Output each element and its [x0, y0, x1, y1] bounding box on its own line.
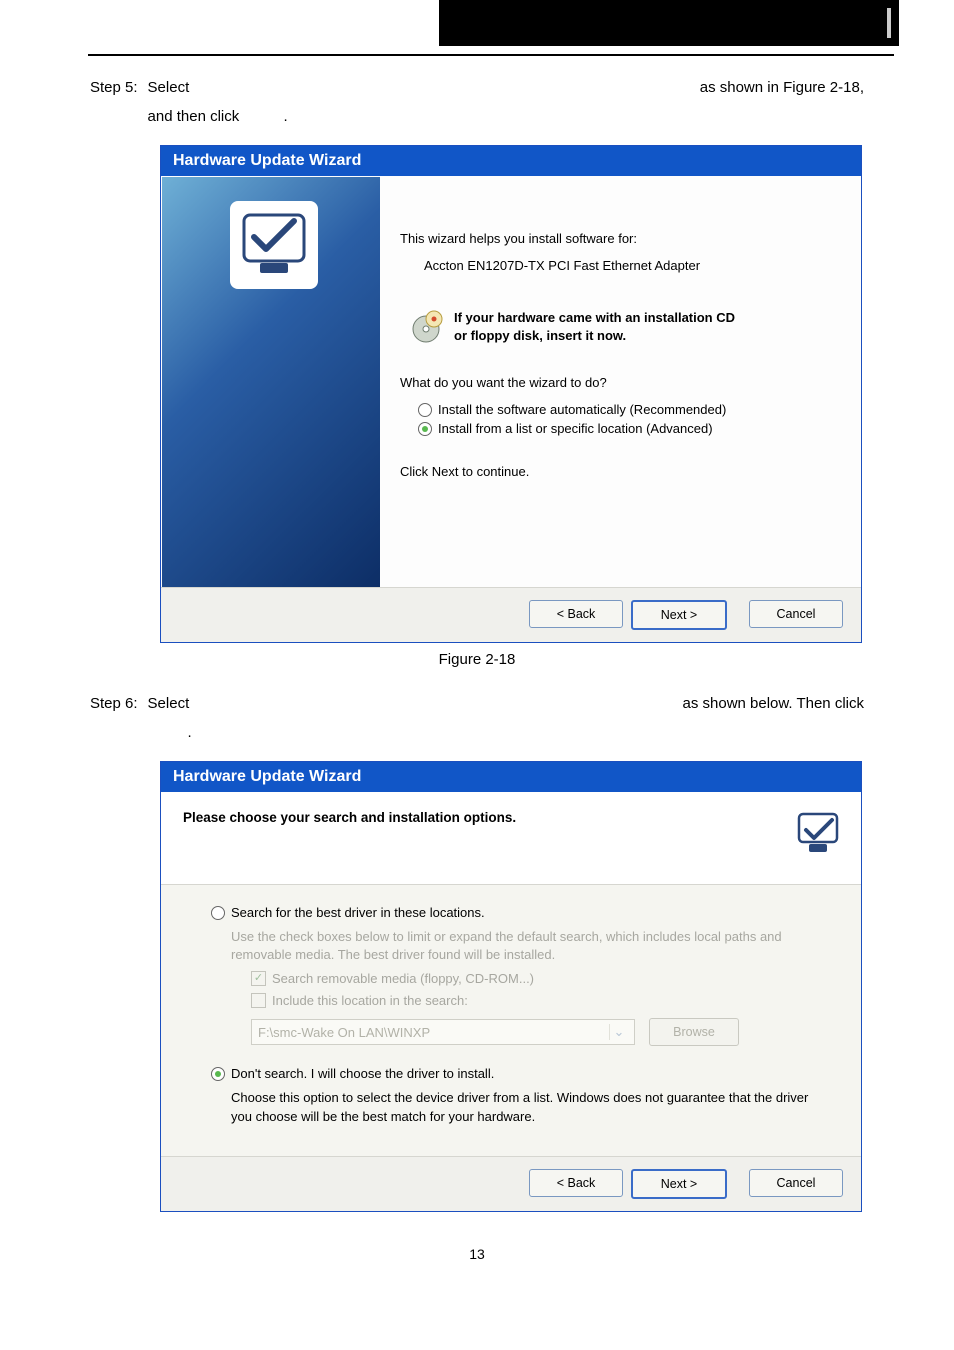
dialog-title: Hardware Update Wizard [161, 762, 861, 792]
header-rule [88, 54, 894, 56]
checkbox-label: Include this location in the search: [272, 993, 468, 1008]
browse-button: Browse [649, 1018, 739, 1046]
radio-icon [211, 1067, 225, 1081]
radio-icon [418, 422, 432, 436]
step-number: Step 5: [90, 74, 148, 131]
radio-label: Don't search. I will choose the driver t… [231, 1066, 494, 1081]
checkbox-removable-media: Search removable media (floppy, CD-ROM..… [211, 964, 825, 986]
back-button[interactable]: < Back [529, 1169, 623, 1197]
radio-dont-search[interactable]: Don't search. I will choose the driver t… [211, 1064, 825, 1083]
step-text: . [243, 108, 287, 125]
checkbox-label: Search removable media (floppy, CD-ROM..… [272, 971, 534, 986]
location-combo: F:\smc-Wake On LAN\WINXP ⌄ [251, 1019, 635, 1045]
radio-install-from-list[interactable]: Install from a list or specific location… [400, 419, 831, 438]
step-5: Step 5: Select as shown in Figure 2-18, … [90, 74, 864, 131]
radio-label: Install from a list or specific location… [438, 421, 713, 436]
next-button[interactable]: Next > [631, 1169, 727, 1199]
header-redaction [439, 0, 899, 46]
step-text: . [148, 724, 192, 741]
wizard-prompt: What do you want the wizard to do? [400, 375, 831, 390]
step-text: Select [148, 74, 190, 103]
cd-icon [408, 309, 444, 345]
step-text: as shown in Figure 2-18, [700, 74, 864, 103]
step-text: as shown below. Then click [683, 690, 865, 719]
wizard-next-hint: Click Next to continue. [400, 464, 831, 479]
option-description: Choose this option to select the device … [211, 1083, 825, 1125]
monitor-icon [230, 201, 318, 289]
page-number: 13 [90, 1220, 864, 1262]
dialog-subtitle: Please choose your search and installati… [183, 806, 516, 825]
combo-value: F:\smc-Wake On LAN\WINXP [258, 1025, 430, 1040]
dialog-title: Hardware Update Wizard [161, 146, 861, 176]
step-6: Step 6: Select as shown below. Then clic… [90, 690, 864, 747]
checkbox-include-location: Include this location in the search: [211, 986, 825, 1008]
monitor-icon [791, 806, 845, 860]
next-button[interactable]: Next > [631, 600, 727, 630]
chevron-down-icon: ⌄ [609, 1024, 628, 1040]
back-button[interactable]: < Back [529, 600, 623, 628]
radio-install-auto[interactable]: Install the software automatically (Reco… [400, 400, 831, 419]
checkbox-icon [251, 971, 266, 986]
step-number: Step 6: [90, 690, 148, 747]
wizard-device-name: Accton EN1207D-TX PCI Fast Ethernet Adap… [400, 246, 831, 273]
figure-caption: Figure 2-18 [90, 651, 864, 668]
option-description: Use the check boxes below to limit or ex… [211, 922, 825, 964]
wizard-dialog-1: Hardware Update Wizard This wizard helps… [160, 145, 862, 643]
wizard-dialog-2: Hardware Update Wizard Please choose you… [160, 761, 862, 1212]
dialog-sidebar-image [162, 177, 380, 587]
radio-label: Install the software automatically (Reco… [438, 402, 726, 417]
step-text: Select [148, 690, 190, 719]
cancel-button[interactable]: Cancel [749, 1169, 843, 1197]
cd-hint: If your hardware came with an installati… [454, 309, 735, 344]
radio-search-best[interactable]: Search for the best driver in these loca… [211, 903, 825, 922]
cancel-button[interactable]: Cancel [749, 600, 843, 628]
step-text: and then click [148, 108, 240, 125]
wizard-intro: This wizard helps you install software f… [400, 231, 831, 246]
radio-label: Search for the best driver in these loca… [231, 905, 485, 920]
radio-icon [418, 403, 432, 417]
radio-icon [211, 906, 225, 920]
checkbox-icon [251, 993, 266, 1008]
